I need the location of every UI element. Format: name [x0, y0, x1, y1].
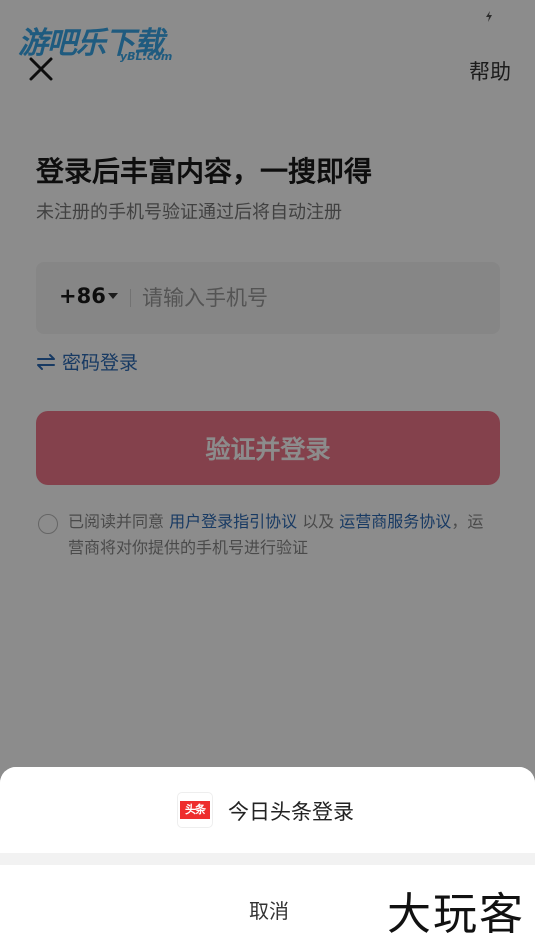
toutiao-logo: 头条: [177, 792, 213, 828]
toutiao-login-label: 今日头条登录: [228, 800, 354, 824]
login-screen: 11:23 游吧乐下载 yBL.com 帮助 登录后丰富内容，一搜即得 未注册的…: [0, 0, 535, 951]
toutiao-logo-text: 头条: [180, 801, 210, 819]
cancel-label: 取消: [249, 899, 289, 923]
watermark-logo-bottom: 大玩客: [387, 889, 525, 940]
